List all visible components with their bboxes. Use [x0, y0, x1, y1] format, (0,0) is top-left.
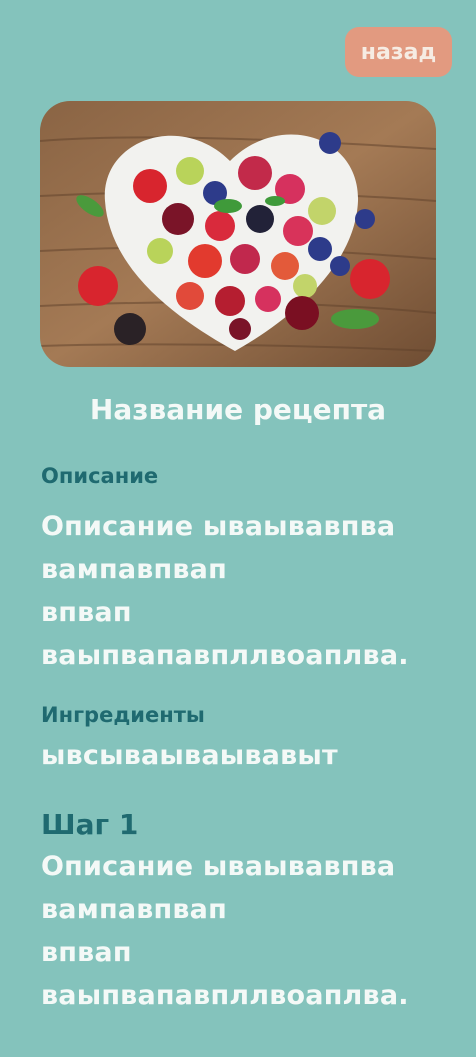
description-label: Описание: [41, 464, 159, 488]
description-text: Описание ываывавпва вампавпвап впвап ваы…: [41, 511, 409, 671]
back-button[interactable]: назад: [345, 27, 452, 77]
ingredients-label: Ингредиенты: [41, 703, 205, 727]
step-1-text: Описание ываывавпва вампавпвап впвап ваы…: [41, 851, 409, 1011]
step-1-label: Шаг 1: [41, 808, 139, 841]
recipe-title: Название рецепта: [89, 393, 387, 426]
recipe-photo: [40, 101, 436, 367]
ingredients-text: ывсываываывавыт: [41, 740, 338, 771]
